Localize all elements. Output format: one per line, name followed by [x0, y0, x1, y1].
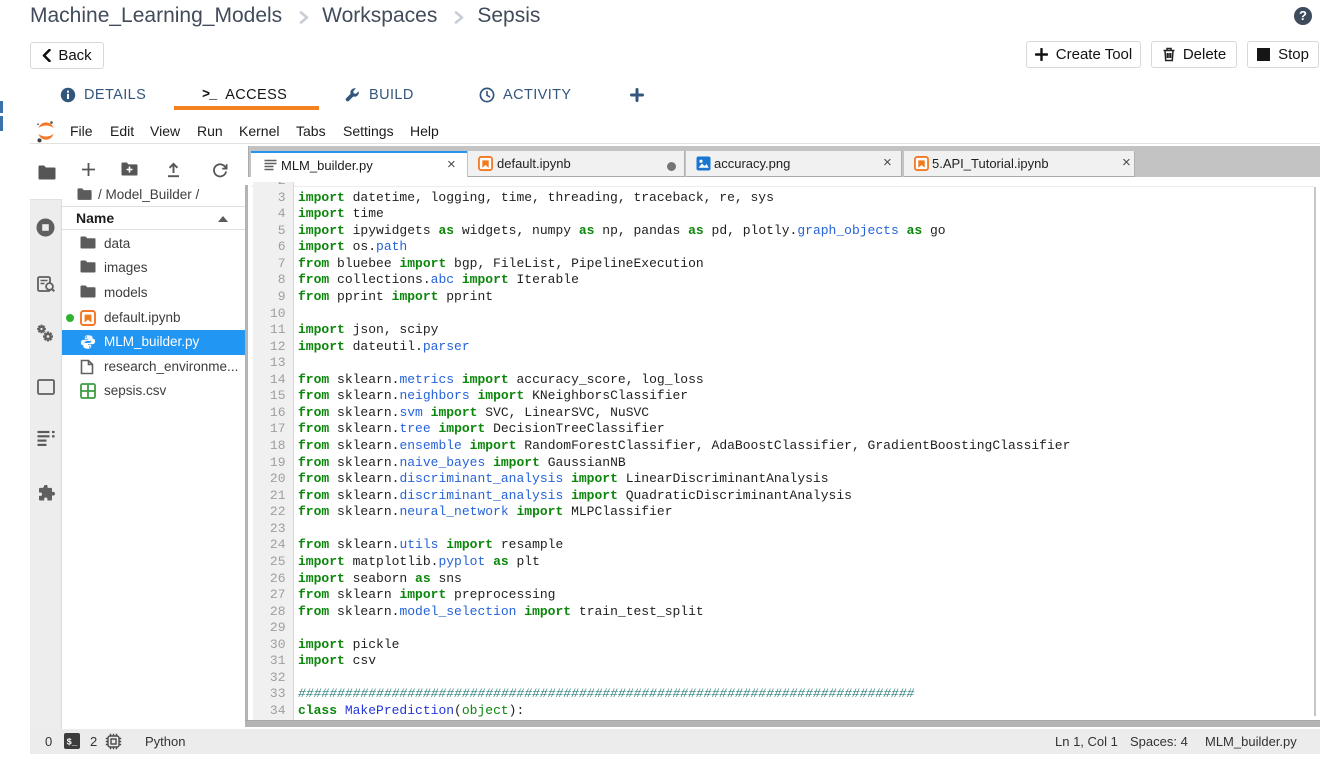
svg-text:$_: $_: [67, 738, 78, 748]
